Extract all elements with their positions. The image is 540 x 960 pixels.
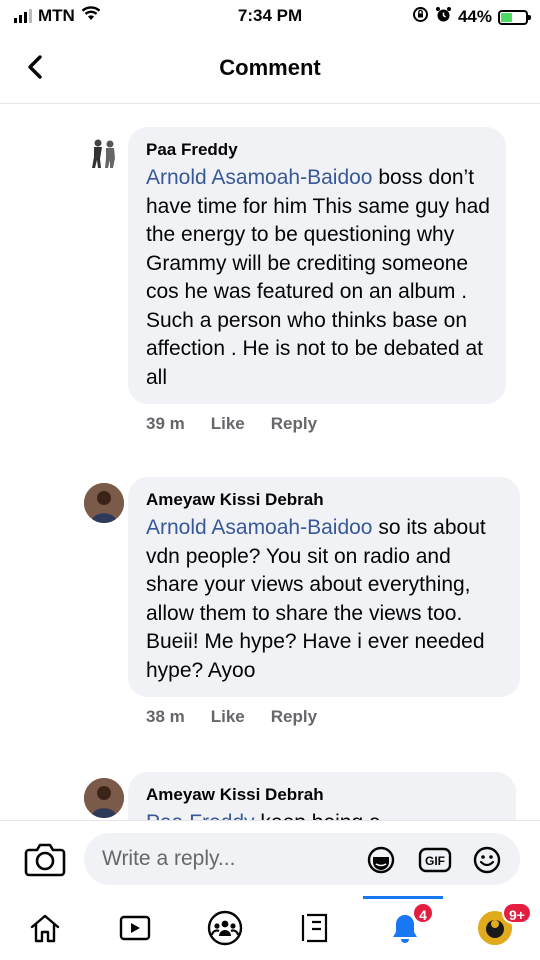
avatar[interactable] bbox=[84, 483, 124, 523]
nav-video[interactable] bbox=[90, 896, 180, 960]
comment-bubble: Ameyaw Kissi Debrah Paa Freddy keep bein… bbox=[128, 772, 516, 820]
rotation-lock-icon bbox=[412, 6, 429, 28]
comment-author[interactable]: Paa Freddy bbox=[146, 139, 490, 161]
comment-body: boss don’t have time for him This same g… bbox=[146, 166, 490, 389]
nav-menu[interactable]: 9+ bbox=[450, 896, 540, 960]
comment-mention[interactable]: Arnold Asamoah-Baidoo bbox=[146, 166, 372, 189]
header: Comment bbox=[0, 34, 540, 104]
comment-author[interactable]: Ameyaw Kissi Debrah bbox=[146, 489, 504, 511]
page-title: Comment bbox=[219, 55, 321, 80]
reply-bar: Write a reply... GIF bbox=[0, 820, 540, 896]
comment-time: 39 m bbox=[146, 414, 185, 433]
comment-item: Ameyaw Kissi Debrah Paa Freddy keep bein… bbox=[128, 772, 516, 820]
comment-author[interactable]: Ameyaw Kissi Debrah bbox=[146, 784, 500, 806]
sticker-icon[interactable] bbox=[366, 845, 396, 875]
comment-bubble: Paa Freddy Arnold Asamoah-Baidoo boss do… bbox=[128, 127, 506, 404]
comment-meta: 38 m Like Reply bbox=[128, 707, 520, 727]
comment-mention[interactable]: Arnold Asamoah-Baidoo bbox=[146, 516, 372, 539]
reply-input[interactable]: Write a reply... GIF bbox=[84, 833, 520, 885]
comment-text: Paa Freddy keep being a bbox=[146, 809, 500, 820]
battery-icon bbox=[498, 9, 531, 25]
like-button[interactable]: Like bbox=[211, 414, 245, 434]
menu-badge: 9+ bbox=[502, 902, 532, 924]
status-bar: MTN 7:34 PM 44% bbox=[0, 0, 540, 34]
nav-home[interactable] bbox=[0, 896, 90, 960]
nav-groups[interactable] bbox=[180, 896, 270, 960]
news-icon bbox=[301, 913, 328, 943]
comment-time: 38 m bbox=[146, 707, 185, 726]
avatar[interactable] bbox=[84, 778, 124, 818]
gif-icon[interactable]: GIF bbox=[418, 845, 452, 875]
comment-bubble: Ameyaw Kissi Debrah Arnold Asamoah-Baido… bbox=[128, 477, 520, 697]
reply-button[interactable]: Reply bbox=[271, 707, 317, 727]
comment-body: so its about vdn people? You sit on radi… bbox=[146, 516, 486, 682]
alarm-icon bbox=[435, 6, 452, 28]
like-button[interactable]: Like bbox=[211, 707, 245, 727]
camera-button[interactable] bbox=[24, 841, 66, 877]
video-icon bbox=[119, 915, 151, 941]
nav-news[interactable] bbox=[270, 896, 360, 960]
status-right: 44% bbox=[412, 6, 531, 28]
comment-item: Paa Freddy Arnold Asamoah-Baidoo boss do… bbox=[128, 127, 506, 434]
comment-text: Arnold Asamoah-Baidoo so its about vdn p… bbox=[146, 514, 504, 685]
groups-icon bbox=[207, 910, 243, 946]
nav-notifications[interactable]: 4 bbox=[360, 896, 450, 960]
comment-item: Ameyaw Kissi Debrah Arnold Asamoah-Baido… bbox=[128, 477, 520, 727]
avatar[interactable] bbox=[84, 133, 124, 173]
notifications-badge: 4 bbox=[412, 902, 434, 924]
comment-text: Arnold Asamoah-Baidoo boss don’t have ti… bbox=[146, 164, 490, 392]
comment-list: Paa Freddy Arnold Asamoah-Baidoo boss do… bbox=[0, 105, 540, 820]
comment-meta: 39 m Like Reply bbox=[128, 414, 506, 434]
bottom-nav: 4 9+ bbox=[0, 896, 540, 960]
svg-text:GIF: GIF bbox=[425, 854, 445, 868]
reply-button[interactable]: Reply bbox=[271, 414, 317, 434]
home-icon bbox=[30, 914, 60, 943]
comment-body: keep being a bbox=[255, 811, 380, 820]
battery-percent: 44% bbox=[457, 7, 492, 26]
comment-mention[interactable]: Paa Freddy bbox=[146, 811, 255, 820]
emoji-icon[interactable] bbox=[472, 845, 502, 875]
camera-icon bbox=[24, 843, 66, 877]
reply-placeholder: Write a reply... bbox=[102, 847, 236, 870]
